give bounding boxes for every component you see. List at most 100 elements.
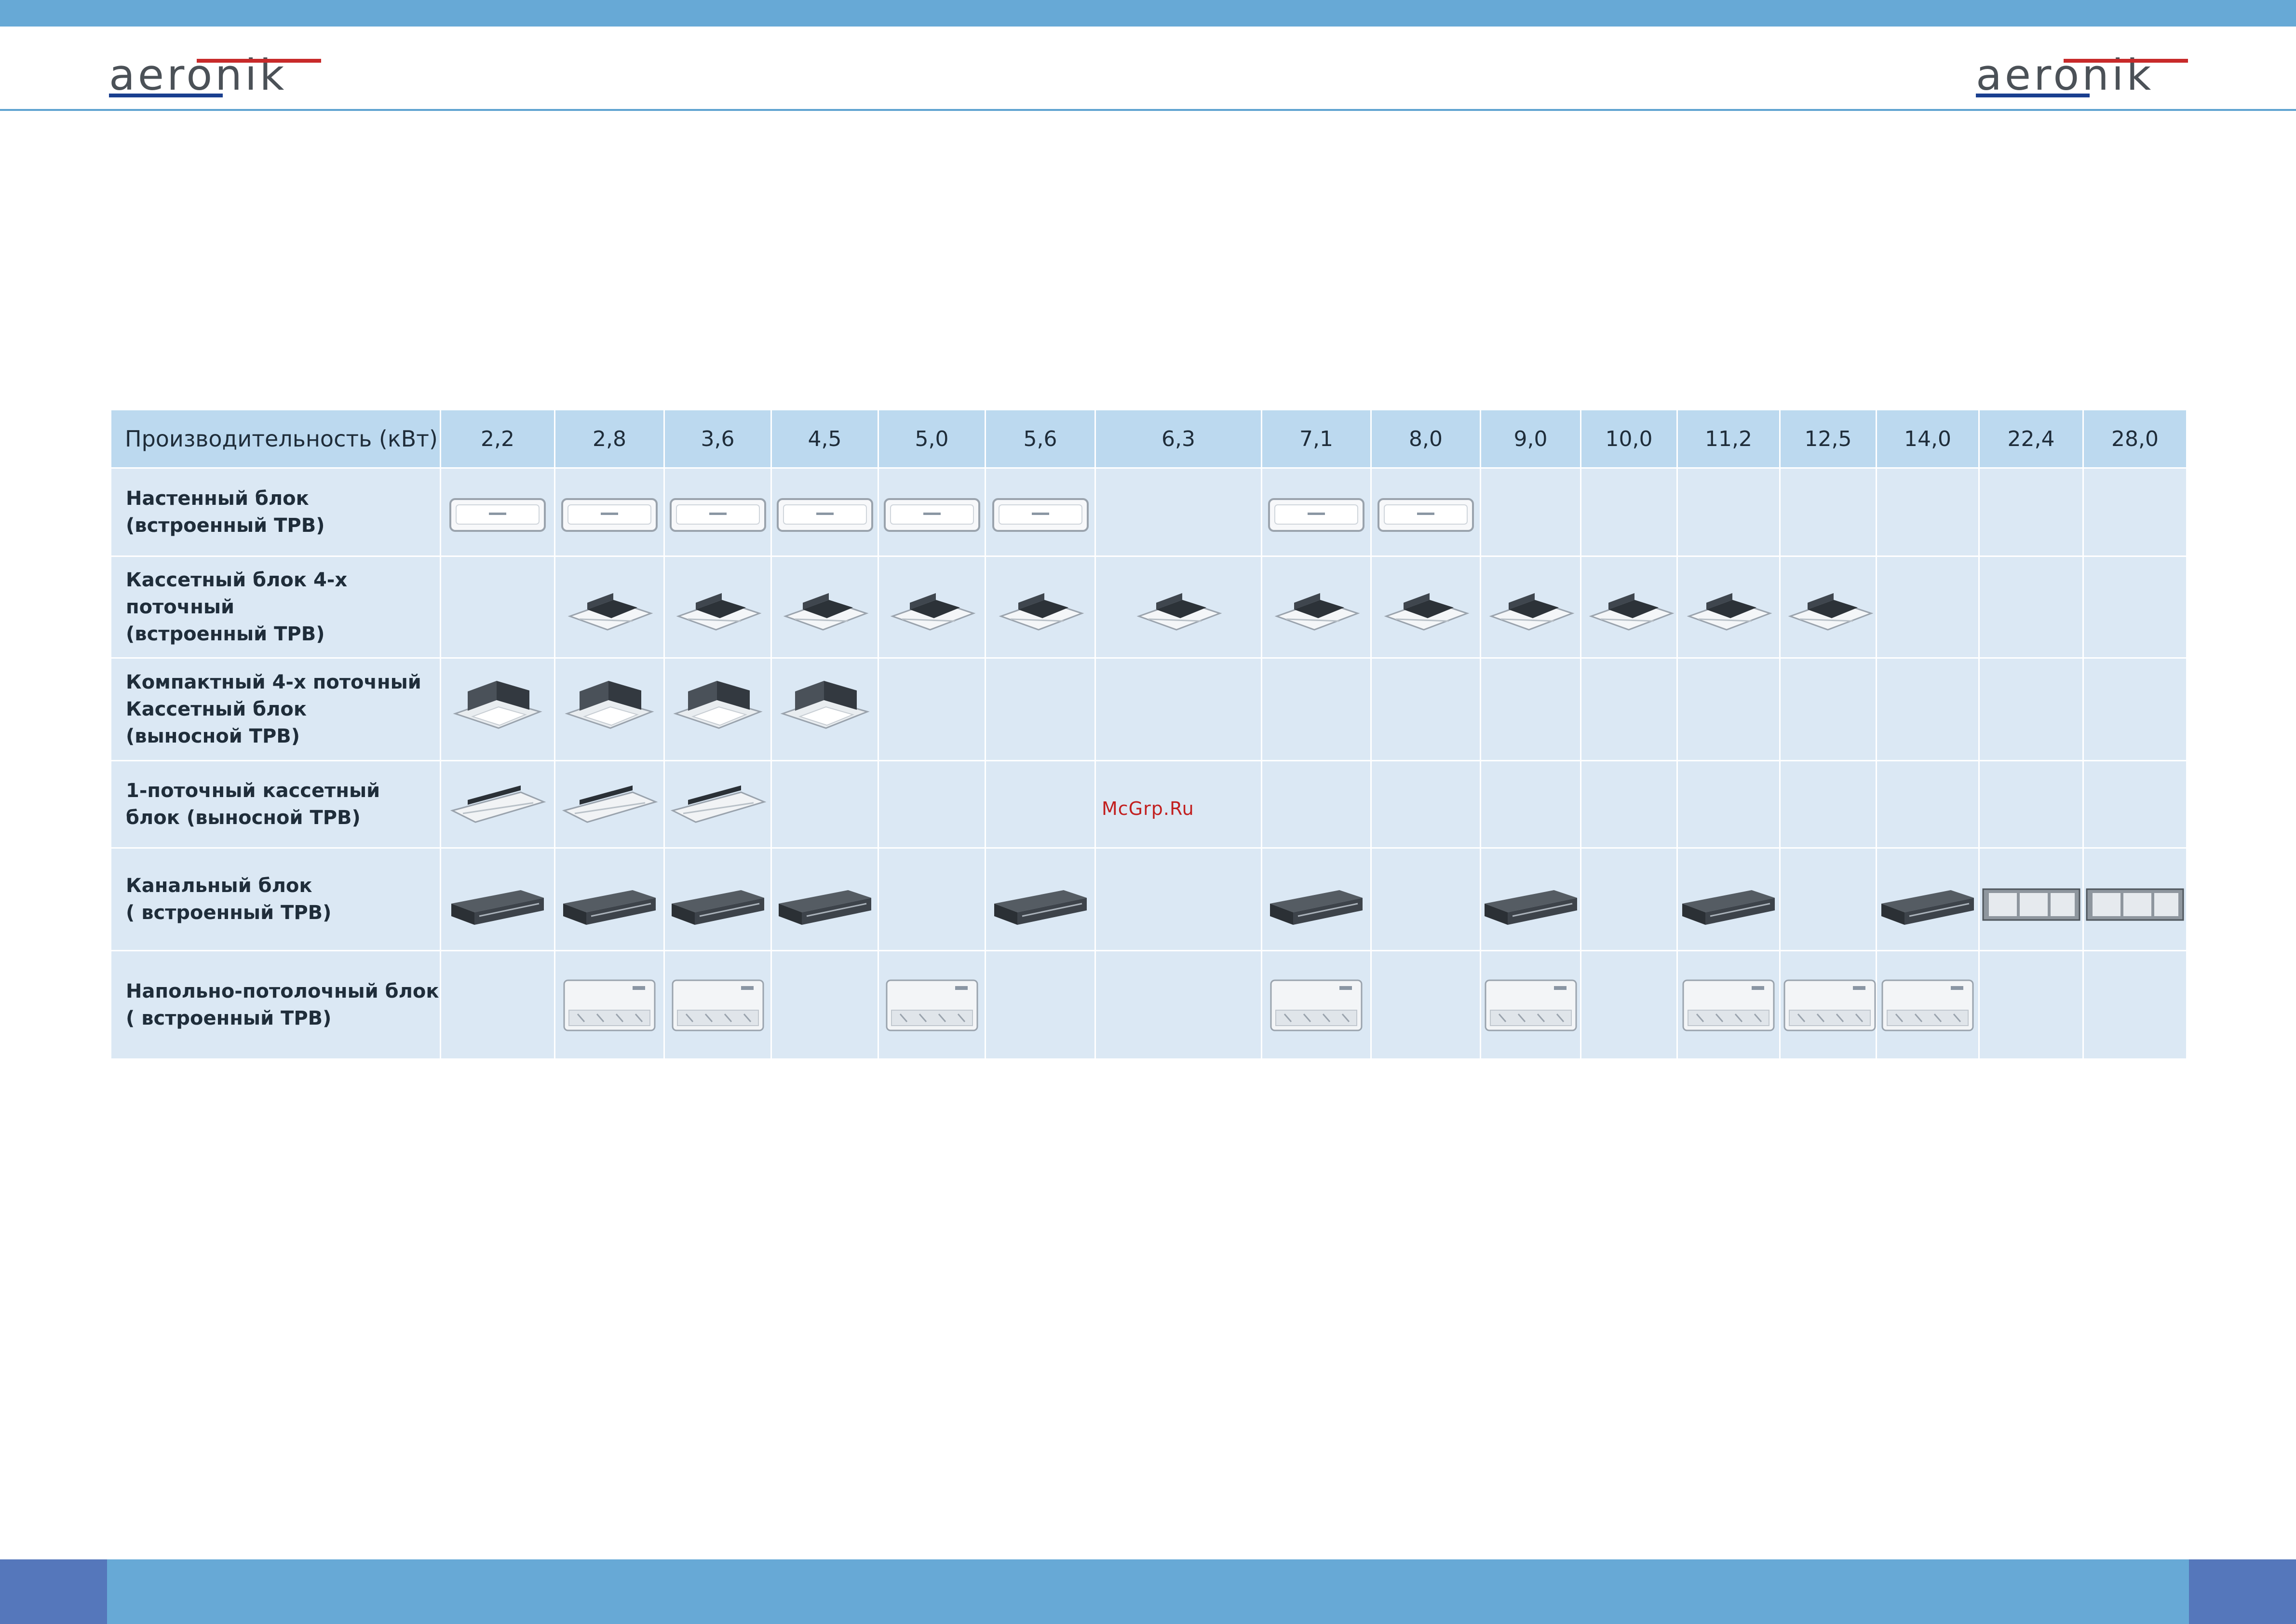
capacity-cell: [2082, 950, 2188, 1060]
capacity-header-5: 5,6: [985, 409, 1096, 469]
top-color-band: [0, 0, 2296, 27]
capacity-cell: [770, 657, 879, 761]
capacity-cell: [1094, 950, 1262, 1060]
capacity-cell: [985, 555, 1096, 659]
capacity-cell: [1580, 657, 1678, 761]
capacity-cell: [663, 760, 772, 849]
capacity-cell: [1261, 657, 1372, 761]
compact-cassette-icon: [780, 681, 870, 729]
row-label: Компактный 4-х поточный Кассетный блок (…: [110, 657, 441, 761]
duct-unit-icon: [1982, 888, 2080, 921]
logo-red-stripe: [2064, 59, 2188, 63]
capacity-header-14: 22,4: [1978, 409, 2084, 469]
wall-unit-icon: [883, 498, 980, 532]
capacity-cell: [1580, 467, 1678, 557]
logo-red-stripe: [197, 59, 321, 63]
row-label: Канальный блок ( встроенный ТРВ): [110, 847, 441, 951]
capacity-cell: [985, 847, 1096, 951]
aeronik-logo-right: aeronik: [1976, 52, 2188, 98]
cassette-4way-icon: [1274, 593, 1360, 631]
cassette-4way-icon: [1136, 593, 1222, 631]
capacity-header-13: 14,0: [1876, 409, 1980, 469]
capacity-header-2: 3,6: [663, 409, 772, 469]
unit-row-floor-ceiling-unit: Напольно-потолочный блок ( встроенный ТР…: [110, 950, 2188, 1060]
capacity-cell: [554, 555, 665, 659]
capacity-cell: [1676, 657, 1781, 761]
capacity-cell: [1876, 847, 1980, 951]
capacity-cell: [770, 760, 879, 849]
capacity-cell: [1480, 950, 1581, 1060]
wall-unit-icon: [776, 498, 873, 532]
capacity-header-6: 6,3: [1094, 409, 1262, 469]
logo-text: aeronik: [109, 50, 287, 100]
capacity-cell: [2082, 760, 2188, 849]
logo-blue-stripe: [109, 94, 223, 97]
duct-unit-icon: [994, 890, 1087, 925]
floor-ceiling-unit-icon: [1783, 979, 1876, 1031]
capacity-cell: [1876, 467, 1980, 557]
bottom-corner-block-right: [2189, 1559, 2296, 1624]
capacity-cell: [878, 950, 986, 1060]
capacity-header-11: 11,2: [1676, 409, 1781, 469]
capacity-cell: [1261, 847, 1372, 951]
bottom-corner-block-left: [0, 1559, 107, 1624]
capacity-cell: [2082, 467, 2188, 557]
row-label: Настенный блок (встроенный ТРВ): [110, 467, 441, 557]
capacity-cell: [985, 467, 1096, 557]
aeronik-logo-left: aeronik: [109, 52, 321, 98]
cassette-4way-icon: [676, 593, 761, 631]
floor-ceiling-unit-icon: [886, 979, 978, 1031]
capacity-header-3: 4,5: [770, 409, 879, 469]
duct-unit-icon: [1484, 890, 1577, 925]
capacity-cell: [663, 657, 772, 761]
capacity-cell: [1480, 847, 1581, 951]
capacity-cell: [1094, 847, 1262, 951]
duct-unit-icon: [1270, 890, 1363, 925]
capacity-cell: [663, 950, 772, 1060]
capacity-cell: [770, 950, 879, 1060]
capacity-cell: [1978, 555, 2084, 659]
capacity-cell: [1676, 555, 1781, 659]
capacity-cell: [2082, 555, 2188, 659]
capacity-cell: [1676, 950, 1781, 1060]
floor-ceiling-unit-icon: [563, 979, 656, 1031]
duct-unit-icon: [563, 890, 656, 925]
duct-unit-icon: [1881, 890, 1974, 925]
capacity-cell: [663, 847, 772, 951]
capacity-cell: [1370, 467, 1481, 557]
unit-row-compact-cassette: Компактный 4-х поточный Кассетный блок (…: [110, 657, 2188, 761]
capacity-cell: [1676, 760, 1781, 849]
capacity-cell: [2082, 657, 2188, 761]
capacity-cell: [440, 950, 555, 1060]
row-label: Кассетный блок 4-х поточный (встроенный …: [110, 555, 441, 659]
capacity-cell: [1876, 555, 1980, 659]
capacity-cell: [1370, 847, 1481, 951]
floor-ceiling-unit-icon: [672, 979, 764, 1031]
capacity-cell: [985, 657, 1096, 761]
capacity-header-1: 2,8: [554, 409, 665, 469]
capacity-cell: [1978, 467, 2084, 557]
cassette-4way-icon: [783, 593, 868, 631]
capacity-cell: [1480, 555, 1581, 659]
capacity-cell: [1370, 657, 1481, 761]
capacity-header-label: Производительность (кВт): [110, 409, 441, 469]
capacity-cell: [878, 847, 986, 951]
capacity-cell: [1580, 760, 1678, 849]
compact-cassette-icon: [565, 681, 654, 729]
logo-text: aeronik: [1976, 50, 2154, 100]
capacity-cell: [1779, 950, 1877, 1060]
capacity-cell: [1580, 950, 1678, 1060]
capacity-cell: [1261, 467, 1372, 557]
capacity-cell: [770, 847, 879, 951]
capacity-cell: [1779, 657, 1877, 761]
capacity-cell: [1580, 847, 1678, 951]
wall-unit-icon: [992, 498, 1089, 532]
capacity-cell: [2082, 847, 2188, 951]
floor-ceiling-unit-icon: [1270, 979, 1363, 1031]
cassette-1way-icon: [670, 785, 766, 823]
capacity-cell: [554, 467, 665, 557]
capacity-table: Производительность (кВт) 2,2 2,8 3,6 4,5 5,0…: [110, 409, 2188, 1060]
capacity-cell: [878, 555, 986, 659]
capacity-cell: [440, 657, 555, 761]
capacity-header-9: 9,0: [1480, 409, 1581, 469]
